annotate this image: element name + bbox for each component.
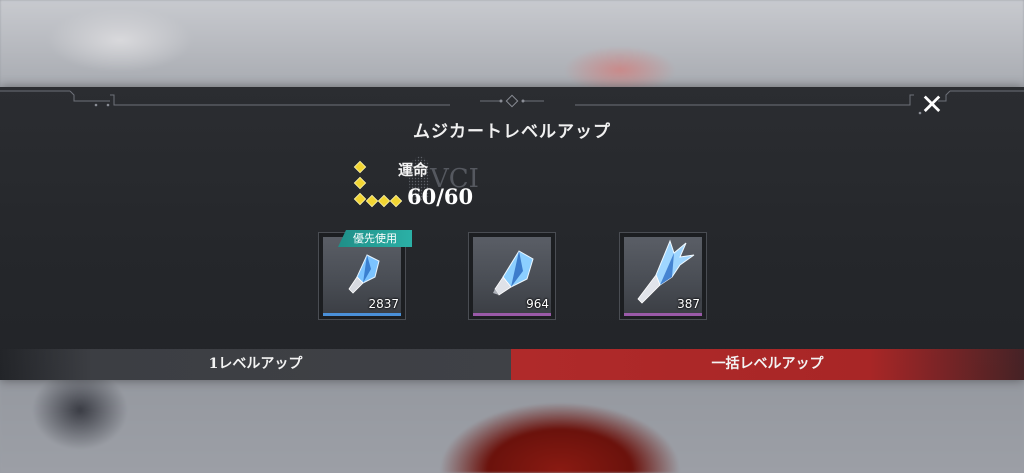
dialog-title: ムジカートレベルアップ — [413, 122, 611, 142]
material-slot-2[interactable]: 964 — [468, 232, 556, 320]
material-bar — [323, 313, 401, 316]
material-count: 964 — [526, 297, 549, 311]
level-up-dialog: ✕ ムジカートレベルアップ VCI 運命 60/60 2837 優先使用 964… — [0, 87, 1024, 380]
material-bar — [624, 313, 702, 316]
material-bar — [473, 313, 551, 316]
material-count: 387 — [677, 297, 700, 311]
single-level-up-button[interactable]: 1レベルアップ — [0, 349, 511, 380]
priority-badge: 優先使用 — [338, 230, 412, 247]
close-button[interactable]: ✕ — [918, 91, 946, 119]
bulk-level-up-button[interactable]: 一括レベルアップ — [511, 349, 1024, 380]
material-slot-3[interactable]: 387 — [619, 232, 707, 320]
small-crystal-icon — [348, 254, 380, 294]
fate-label: 運命 — [398, 161, 429, 179]
medium-crystal-icon — [493, 250, 534, 296]
material-count: 2837 — [368, 297, 399, 311]
fate-value: 60/60 — [407, 184, 474, 209]
